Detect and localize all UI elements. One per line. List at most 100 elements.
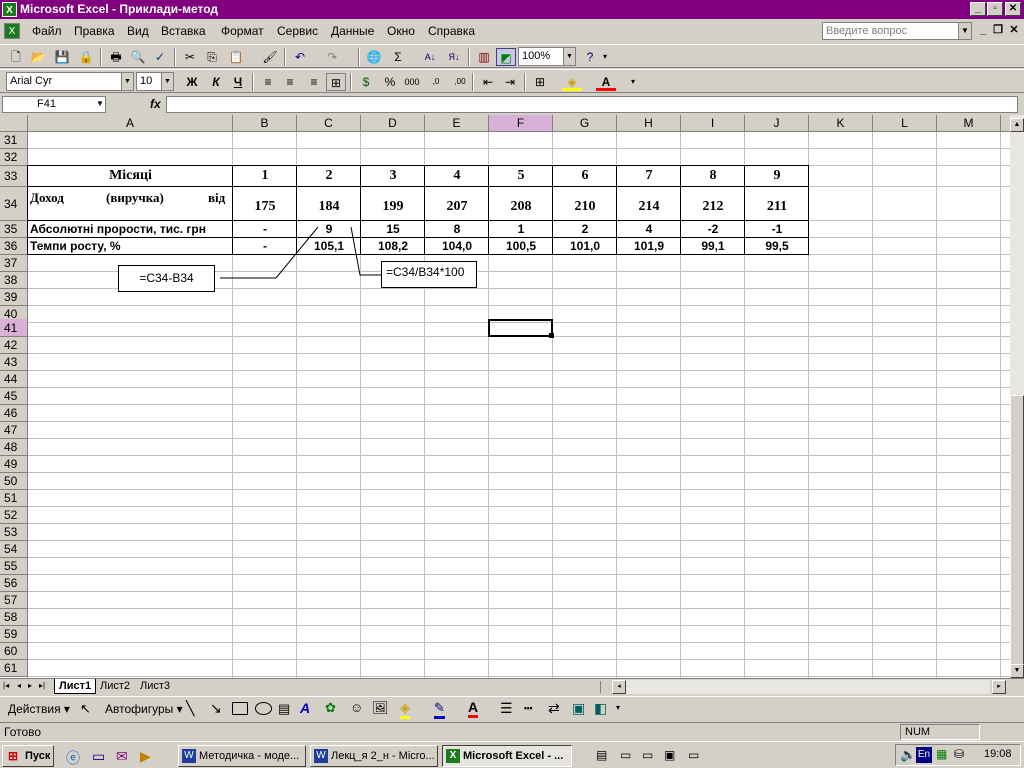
toolbar-options-icon[interactable]: ▾ (628, 73, 638, 91)
scroll-right-icon[interactable]: ▸ (992, 680, 1006, 694)
help-icon[interactable]: ? (580, 48, 600, 66)
name-box-dropdown-icon[interactable]: ▼ (96, 99, 104, 108)
menu-format[interactable]: Формат (221, 23, 264, 39)
clipart-icon[interactable]: ☺ (350, 700, 363, 715)
paste-icon[interactable]: 📋 (226, 48, 246, 66)
print-preview-icon[interactable]: 🔍 (128, 48, 148, 66)
name-box[interactable]: F41 (2, 96, 106, 113)
worksheet-grid[interactable]: A B C D E F G H I J K L M 31 32 33 34 35 36 37… (0, 115, 1010, 678)
fill-handle[interactable] (549, 333, 554, 338)
line-icon[interactable]: ╲ (186, 700, 194, 717)
picture-icon[interactable]: 🖼 (372, 700, 389, 716)
scroll-up-icon[interactable]: ▲ (1010, 118, 1024, 132)
increase-decimal-icon[interactable]: ,0 (426, 73, 446, 91)
undo-icon[interactable]: ↶ (290, 48, 310, 66)
draw-fill-color-icon[interactable]: ◈ (400, 700, 410, 719)
rectangle-icon[interactable] (232, 702, 248, 715)
autoshapes-menu[interactable]: Автофигуры ▾ (105, 702, 183, 716)
ask-dropdown-icon[interactable]: ▼ (958, 23, 971, 39)
taskbar-word-1[interactable]: W Методичка - моде... (178, 745, 306, 767)
font-size-select[interactable]: 10 ▼ (136, 72, 174, 91)
start-button[interactable]: ⊞ Пуск (2, 745, 54, 767)
merge-center-icon[interactable]: ⊞ (326, 73, 346, 91)
line-color-icon[interactable]: ✎ (434, 700, 445, 719)
quick-icon-3[interactable]: ▭ (642, 748, 653, 762)
menu-window[interactable]: Окно (387, 23, 415, 39)
tray-app-icon[interactable]: ⛁ (954, 747, 964, 761)
menu-data[interactable]: Данные (331, 23, 374, 39)
maximize-button[interactable]: ▫ (987, 2, 1003, 16)
toolbar-options-icon[interactable]: ▾ (600, 48, 610, 66)
print-icon[interactable]: 🖶 (106, 48, 126, 66)
taskbar-excel[interactable]: X Microsoft Excel - ... (442, 745, 572, 767)
open-icon[interactable]: 📂 (28, 48, 48, 66)
vertical-scrollbar[interactable]: ▲ ▼ (1010, 115, 1024, 678)
increase-indent-icon[interactable]: ⇥ (500, 73, 520, 91)
quick-icon-2[interactable]: ▭ (620, 748, 631, 762)
autosum-icon[interactable]: Σ (388, 48, 408, 66)
sort-descending-icon[interactable]: Я↓ (444, 48, 464, 66)
oval-icon[interactable] (255, 702, 272, 715)
comma-style-button[interactable]: 000 (402, 73, 422, 91)
menu-file[interactable]: Файл (32, 23, 62, 39)
menu-edit[interactable]: Правка (74, 23, 115, 39)
quick-icon-5[interactable]: ▭ (688, 748, 699, 762)
ask-question-input[interactable]: Введите вопрос (822, 22, 972, 40)
diagram-icon[interactable]: ✿ (325, 700, 336, 716)
wordart-icon[interactable]: A (300, 700, 310, 716)
ie-icon[interactable]: ⓔ (66, 748, 80, 768)
sort-ascending-icon[interactable]: A↓ (420, 48, 440, 66)
outlook-icon[interactable]: ✉ (116, 748, 128, 765)
prev-sheet-icon[interactable]: ◂ (17, 681, 21, 690)
menu-view[interactable]: Вид (127, 23, 149, 39)
scroll-thumb[interactable] (1010, 395, 1024, 665)
format-painter-icon[interactable]: 🖌 (260, 48, 280, 66)
tab-sheet2[interactable]: Лист2 (96, 679, 134, 694)
3d-icon[interactable]: ◧ (594, 700, 607, 717)
hyperlink-icon[interactable]: 🌐 (364, 48, 384, 66)
spelling-icon[interactable]: ✓ (150, 48, 170, 66)
new-icon[interactable]: 🗋 (6, 48, 26, 66)
italic-button[interactable]: К (206, 73, 226, 91)
taskbar-word-2[interactable]: W Лекц_я 2_н - Micro... (310, 745, 438, 767)
next-sheet-icon[interactable]: ▸ (28, 681, 32, 690)
decrease-decimal-icon[interactable]: ,00 (450, 73, 470, 91)
volume-icon[interactable]: 🔈 (900, 747, 916, 763)
tab-sheet1[interactable]: Лист1 (54, 679, 97, 694)
copy-icon[interactable]: ⎘ (202, 48, 222, 66)
document-icon[interactable]: X (4, 23, 20, 39)
excel-app-icon[interactable]: X (2, 2, 17, 17)
doc-restore-button[interactable]: ❐ (991, 24, 1005, 37)
minimize-button[interactable]: _ (970, 2, 986, 16)
menu-help[interactable]: Справка (428, 23, 475, 39)
borders-icon[interactable]: ⊞ (530, 73, 550, 91)
language-indicator[interactable]: En (916, 747, 932, 763)
close-button[interactable]: ✕ (1005, 2, 1021, 16)
underline-button[interactable]: Ч (228, 73, 248, 91)
horizontal-scrollbar[interactable] (626, 680, 990, 694)
tab-sheet3[interactable]: Лист3 (136, 679, 174, 694)
media-icon[interactable]: ▶ (140, 748, 151, 765)
line-style-icon[interactable]: ☰ (500, 700, 513, 717)
textbox-icon[interactable]: ▤ (278, 701, 290, 717)
arrow-style-icon[interactable]: ⇄ (548, 700, 560, 717)
select-objects-icon[interactable]: ↖ (80, 701, 91, 717)
scroll-left-icon[interactable]: ◂ (612, 680, 626, 694)
dash-style-icon[interactable]: ┅ (524, 700, 532, 717)
align-right-icon[interactable]: ≡ (304, 73, 324, 91)
last-sheet-icon[interactable]: ▸| (39, 681, 45, 690)
draw-actions-menu[interactable]: Действия ▾ (8, 702, 70, 716)
doc-minimize-button[interactable]: _ (976, 24, 990, 37)
font-color-icon[interactable]: A (596, 73, 616, 91)
shadow-icon[interactable]: ▣ (572, 700, 585, 717)
align-left-icon[interactable]: ≡ (258, 73, 278, 91)
percent-button[interactable]: % (380, 73, 400, 91)
scroll-down-icon[interactable]: ▼ (1010, 664, 1024, 678)
save-icon[interactable]: 💾 (52, 48, 72, 66)
redo-icon[interactable]: ↷ (322, 48, 342, 66)
doc-close-button[interactable]: ✕ (1007, 24, 1021, 37)
first-sheet-icon[interactable]: |◂ (3, 681, 9, 690)
insert-function-icon[interactable]: fx (150, 97, 161, 111)
draw-font-color-icon[interactable]: A (468, 699, 479, 718)
menu-insert[interactable]: Вставка (161, 23, 206, 39)
